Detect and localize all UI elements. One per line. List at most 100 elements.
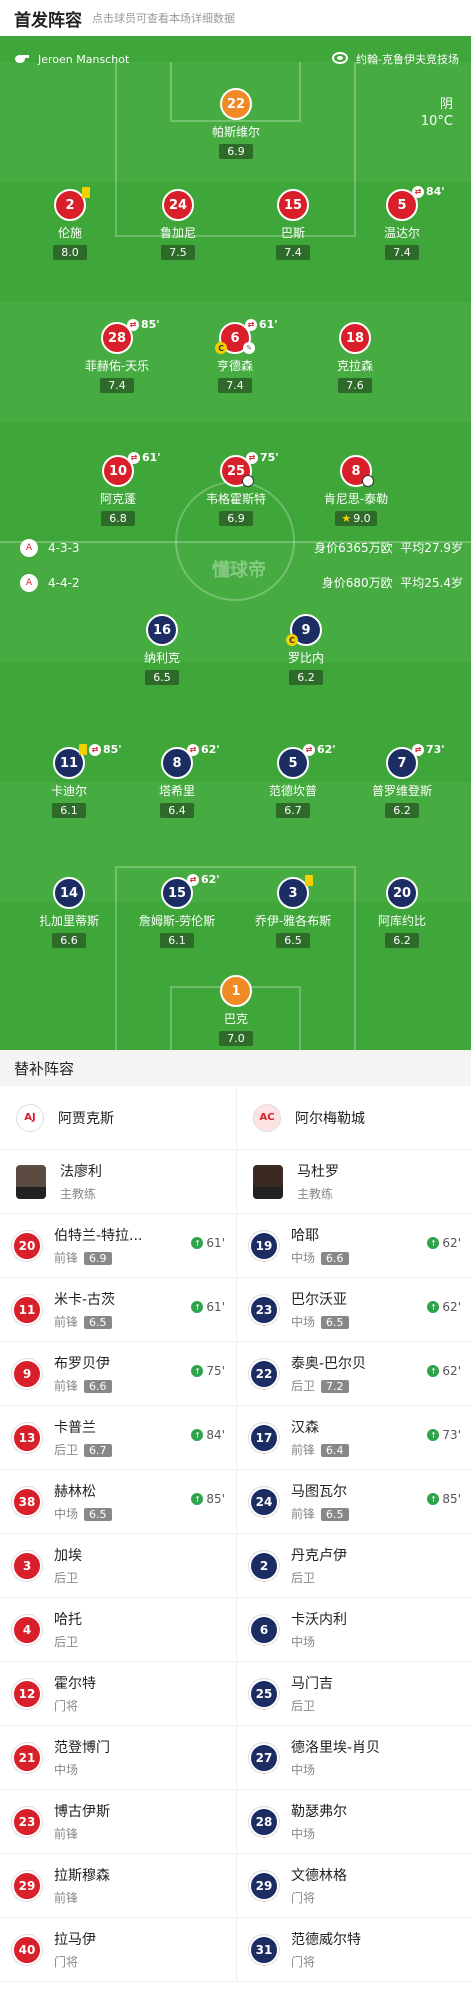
sub-out-icon: ⇄ xyxy=(187,743,199,756)
player-position: 中场 xyxy=(291,1251,316,1265)
substitute-row[interactable]: 11 米卡-古茨 前锋 6.5 ↑ 61' xyxy=(0,1278,235,1342)
sub-in-icon: ↑ xyxy=(427,1365,440,1377)
home-team-row[interactable]: AJ 阿贾克斯 xyxy=(0,1086,235,1150)
player-number: 40 xyxy=(12,1934,42,1965)
player-away-1[interactable]: 1 巴克 7.0 xyxy=(186,975,286,1046)
player-position: 前锋 xyxy=(291,1443,316,1457)
player-home-5[interactable]: 5 ⇄ 84' 温达尔 7.4 xyxy=(352,185,452,260)
sub-in-icon: ↑ xyxy=(191,1429,204,1441)
player-number: 8 xyxy=(172,755,182,771)
home-coach-row[interactable]: 法廖利 主教练 xyxy=(0,1150,235,1214)
player-name: 巴尔沃亚 xyxy=(291,1292,347,1308)
sub-in-time: ↑ 75' xyxy=(191,1364,225,1378)
player-home-24[interactable]: 24 鲁加尼 7.5 xyxy=(128,189,228,260)
substitute-row[interactable]: 31 范德威尔特 门将 xyxy=(237,1918,471,1982)
player-number: 12 xyxy=(12,1678,42,1709)
substitute-row[interactable]: 4 哈托 后卫 xyxy=(0,1598,235,1662)
away-team-row[interactable]: AC 阿尔梅勒城 xyxy=(237,1086,471,1150)
substitute-row[interactable]: 27 德洛里埃-肖贝 中场 xyxy=(237,1726,471,1790)
player-away-3[interactable]: 3 乔伊-雅各布斯 6.5 xyxy=(243,875,343,948)
substitute-row[interactable]: 2 丹克卢伊 后卫 xyxy=(237,1534,471,1598)
player-away-20[interactable]: 20 阿库约比 6.2 xyxy=(352,877,452,948)
player-position: 前锋 xyxy=(54,1891,79,1905)
sub-in-time: ↑ 62' xyxy=(427,1300,461,1314)
player-name: 伦施 xyxy=(57,226,82,240)
substitute-row[interactable]: 28 勒瑟弗尔 中场 xyxy=(237,1790,471,1854)
player-away-9[interactable]: 9C 罗比内 6.2 xyxy=(256,614,356,685)
player-home-10[interactable]: 10 ⇄ 61' 阿克蓬 6.8 xyxy=(68,451,168,526)
player-name: 鲁加尼 xyxy=(159,226,196,240)
player-number: 16 xyxy=(146,614,178,646)
player-home-28[interactable]: 28 ⇄ 85' 菲赫佑-天乐 7.4 xyxy=(67,318,167,393)
lineup-header: 首发阵容 点击球员可查看本场详细数据 xyxy=(0,0,471,36)
player-home-25[interactable]: 25 ⇄ 75' 韦格霍斯特 6.9 xyxy=(186,451,286,526)
player-position: 后卫 xyxy=(54,1571,79,1585)
player-rating: 7.5 xyxy=(161,245,195,260)
player-number: 27 xyxy=(249,1742,279,1773)
player-number: 24 xyxy=(162,189,194,221)
substitute-row[interactable]: 9 布罗贝伊 前锋 6.6 ↑ 75' xyxy=(0,1342,235,1406)
sub-out-icon: ⇄ xyxy=(245,318,257,331)
player-name: 马图瓦尔 xyxy=(291,1484,347,1500)
substitute-row[interactable]: 38 赫林松 中场 6.5 ↑ 85' xyxy=(0,1470,235,1534)
ajax-logo-icon: AJ xyxy=(16,1103,44,1132)
player-away-7[interactable]: 7 ⇄ 73' 普罗维登斯 6.2 xyxy=(352,743,452,818)
substitution-badge: ⇄ 61' xyxy=(245,318,278,331)
player-rating: 6.9 xyxy=(219,144,253,159)
player-away-15[interactable]: 15 ⇄ 62' 詹姆斯-劳伦斯 6.1 xyxy=(127,873,227,948)
player-name: 温达尔 xyxy=(383,226,420,240)
player-away-11[interactable]: 11 ⇄ 85' 卡迪尔 6.1 xyxy=(19,743,122,818)
away-coach-row[interactable]: 马杜罗 主教练 xyxy=(237,1150,471,1214)
player-rating: 6.6 xyxy=(321,1252,349,1265)
substitute-row[interactable]: 12 霍尔特 门将 xyxy=(0,1662,235,1726)
player-rating: 6.6 xyxy=(52,933,86,948)
player-away-14[interactable]: 14 扎加里蒂斯 6.6 xyxy=(19,877,119,948)
sub-out-icon: ⇄ xyxy=(187,873,199,886)
substitute-row[interactable]: 40 拉马伊 门将 xyxy=(0,1918,235,1982)
substitute-row[interactable]: 23 巴尔沃亚 中场 6.5 ↑ 62' xyxy=(237,1278,471,1342)
home-subs-column: AJ 阿贾克斯 法廖利 主教练 20 伯特兰-特拉... 前锋 6.9 ↑ 61' 11 米卡… xyxy=(0,1086,235,1982)
substitute-row[interactable]: 29 文德林格 门将 xyxy=(237,1854,471,1918)
ajax-logo-icon: A xyxy=(20,539,38,557)
home-formation-row: A 4-3-3 身价6365万欧 平均27.9岁 xyxy=(0,539,471,563)
player-away-16[interactable]: 16 纳利克 6.5 xyxy=(112,614,212,685)
player-number: 28 xyxy=(107,330,127,346)
player-home-2[interactable]: 2 伦施 8.0 xyxy=(20,187,120,260)
substitute-row[interactable]: 29 拉斯穆森 前锋 xyxy=(0,1854,235,1918)
substitute-row[interactable]: 17 汉森 前锋 6.4 ↑ 73' xyxy=(237,1406,471,1470)
player-rating: ★ 9.0 xyxy=(335,511,377,526)
player-home-18[interactable]: 18 克拉森 7.6 xyxy=(305,322,405,393)
player-position: 中场 xyxy=(291,1827,316,1841)
player-number: 8 xyxy=(351,463,361,479)
substitute-row[interactable]: 20 伯特兰-特拉... 前锋 6.9 ↑ 61' xyxy=(0,1214,235,1278)
substitute-row[interactable]: 22 泰奥-巴尔贝 后卫 7.2 ↑ 62' xyxy=(237,1342,471,1406)
player-name: 扎加里蒂斯 xyxy=(38,914,99,928)
substitution-badge: ⇄ 62' xyxy=(187,743,220,756)
substitute-row[interactable]: 13 卡普兰 后卫 6.7 ↑ 84' xyxy=(0,1406,235,1470)
substitute-row[interactable]: 19 哈耶 中场 6.6 ↑ 62' xyxy=(237,1214,471,1278)
player-home-8[interactable]: 8 肯尼思-泰勒 ★ 9.0 xyxy=(306,455,406,526)
substitute-row[interactable]: 23 博古伊斯 前锋 xyxy=(0,1790,235,1854)
away-team-name: 阿尔梅勒城 xyxy=(295,1110,365,1127)
player-number: 20 xyxy=(386,877,418,909)
substitute-row[interactable]: 6 卡沃内利 中场 xyxy=(237,1598,471,1662)
player-name: 德洛里埃-肖贝 xyxy=(291,1740,381,1756)
player-away-5[interactable]: 5 ⇄ 62' 范德坎普 6.7 xyxy=(243,743,343,818)
player-number: 9 xyxy=(301,622,311,638)
substitute-row[interactable]: 3 加埃 后卫 xyxy=(0,1534,235,1598)
player-away-8[interactable]: 8 ⇄ 62' 塔希里 6.4 xyxy=(127,743,227,818)
player-number: 38 xyxy=(12,1486,42,1517)
stadium-name: 约翰-克鲁伊夫竞技场 xyxy=(356,53,459,66)
player-home-15[interactable]: 15 巴斯 7.4 xyxy=(243,189,343,260)
sub-in-time: ↑ 61' xyxy=(191,1236,225,1250)
player-name: 拉马伊 xyxy=(54,1932,96,1948)
player-home-22[interactable]: 22 帕斯维尔 6.9 xyxy=(186,88,286,159)
player-rating: 7.6 xyxy=(338,378,372,393)
substitute-row[interactable]: 21 范登博门 中场 xyxy=(0,1726,235,1790)
substitute-row[interactable]: 25 马门吉 后卫 xyxy=(237,1662,471,1726)
coach-role: 主教练 xyxy=(297,1187,334,1201)
captain-icon: C xyxy=(215,342,227,354)
player-home-6[interactable]: 6 ⇄ 61' C ✎ 亨德森 7.4 xyxy=(185,318,285,393)
substitute-row[interactable]: 24 马图瓦尔 前锋 6.5 ↑ 85' xyxy=(237,1470,471,1534)
player-name: 普罗维登斯 xyxy=(371,784,432,798)
